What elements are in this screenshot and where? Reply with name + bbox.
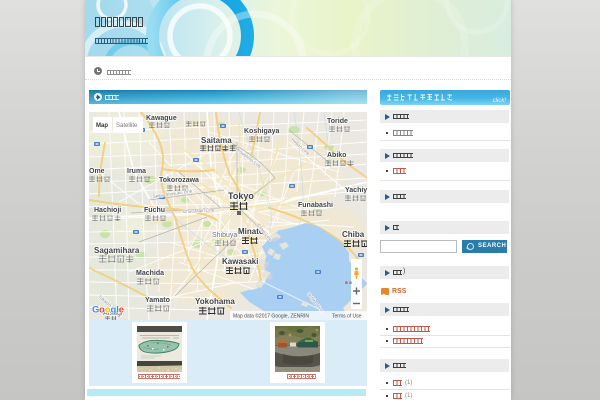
svg-text:Satellite: Satellite <box>116 123 138 129</box>
svg-text:Funabashi: Funabashi <box>298 202 333 209</box>
svg-text:Kawasaki: Kawasaki <box>222 257 258 266</box>
svg-text:Machida: Machida <box>136 270 164 277</box>
svg-text:Fuchu: Fuchu <box>144 207 165 214</box>
svg-text:Hachioji: Hachioji <box>94 207 121 214</box>
svg-text:Koshigaya: Koshigaya <box>244 128 280 135</box>
svg-text:Sagamihara: Sagamihara <box>94 246 140 255</box>
svg-text:Map data ©2017 Google, ZENRIN: Map data ©2017 Google, ZENRIN <box>233 313 309 320</box>
svg-text:Yachiyo: Yachiyo <box>345 187 367 194</box>
svg-text:Terms of Use: Terms of Use <box>332 314 362 320</box>
svg-text:Toride: Toride <box>327 118 348 125</box>
svg-text:Shibuya: Shibuya <box>212 232 237 239</box>
svg-text:Kawague: Kawague <box>146 115 177 122</box>
svg-text:Yokohama: Yokohama <box>195 297 235 306</box>
svg-text:Ome: Ome <box>89 168 105 175</box>
svg-text:e: e <box>119 305 124 316</box>
svg-text:Saitama: Saitama <box>201 136 232 145</box>
svg-text:Chiba: Chiba <box>342 230 365 239</box>
svg-text:Map: Map <box>96 123 108 129</box>
svg-text:Tokyo: Tokyo <box>228 191 254 201</box>
svg-text:Abiko: Abiko <box>327 152 346 159</box>
svg-text:Iruma: Iruma <box>127 168 146 175</box>
svg-text:Yamato: Yamato <box>145 297 170 304</box>
svg-text:Tokorozawa: Tokorozawa <box>159 177 199 184</box>
